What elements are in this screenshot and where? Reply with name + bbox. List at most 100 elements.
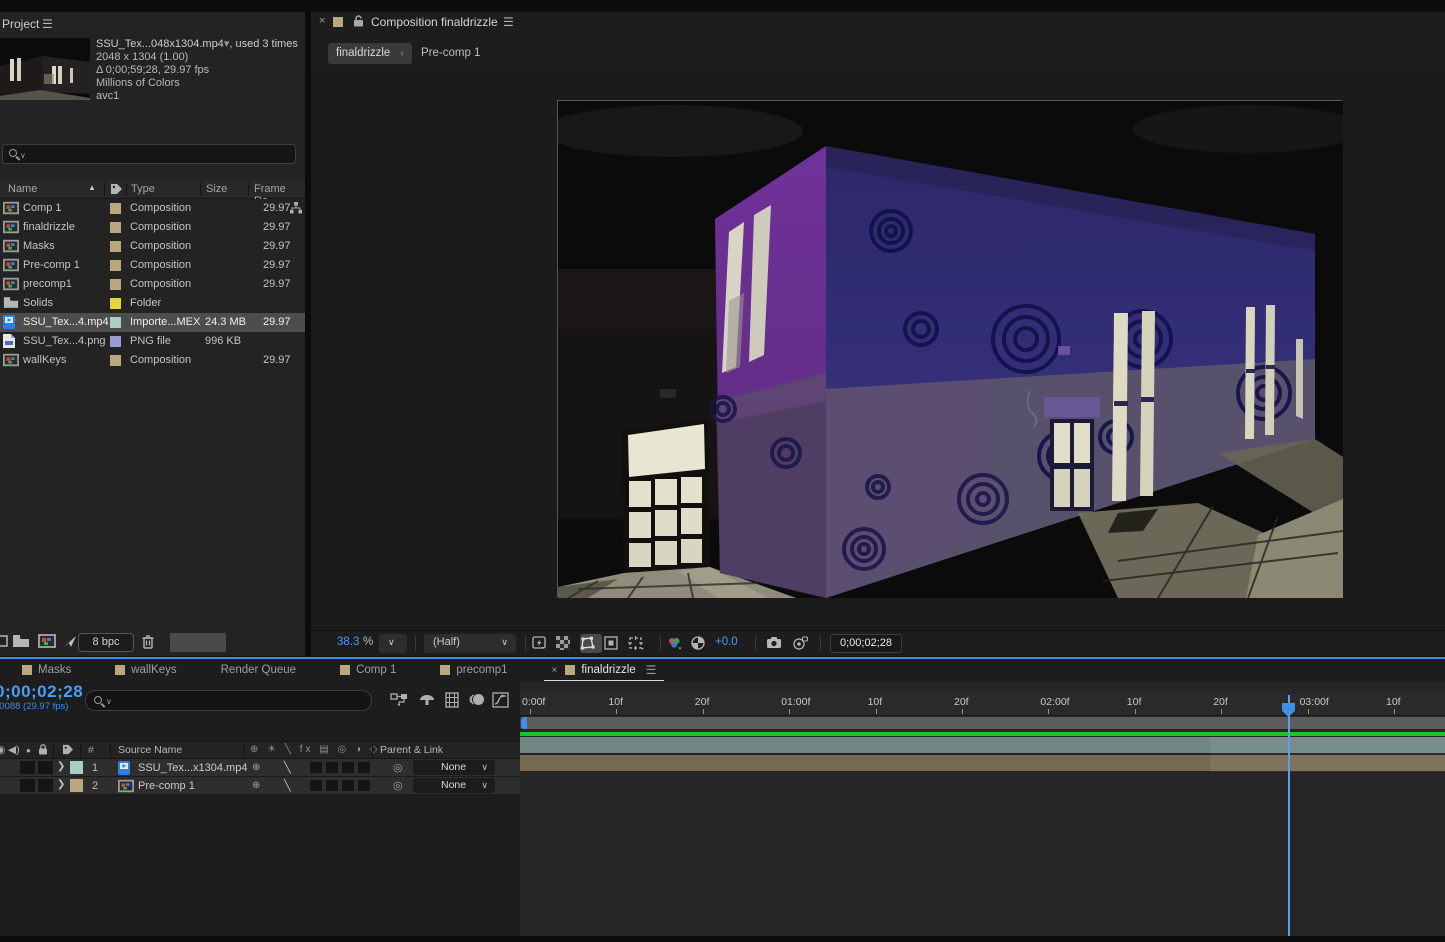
- preview-timecode[interactable]: 0;00;02;28: [830, 634, 902, 653]
- frame-blending-icon[interactable]: [444, 692, 461, 708]
- timeline-tab-render-queue[interactable]: Render Queue: [199, 659, 318, 681]
- item-name[interactable]: precomp1: [23, 278, 72, 290]
- layer-row[interactable]: ❯ 1 SSU_Tex...x1304.mp4 ⊕ ╲ ◎ None∨: [0, 759, 520, 777]
- footage-name[interactable]: SSU_Tex...048x1304.mp4: [96, 38, 224, 50]
- parent-link-dropdown[interactable]: None∨: [413, 760, 495, 775]
- video-switch-well[interactable]: [20, 779, 35, 792]
- label-color-swatch[interactable]: [110, 355, 121, 366]
- label-color-swatch[interactable]: [110, 279, 121, 290]
- label-color-swatch[interactable]: [110, 241, 121, 252]
- breadcrumb-current-comp[interactable]: finaldrizzle‹: [328, 43, 412, 64]
- column-type[interactable]: Type: [131, 183, 155, 195]
- resolution-dropdown[interactable]: (Half) ∨: [424, 634, 516, 653]
- item-name[interactable]: Solids: [23, 297, 53, 309]
- fast-preview-icon[interactable]: [532, 634, 554, 653]
- collapse-switch[interactable]: ⊕: [252, 780, 260, 791]
- region-of-interest-icon[interactable]: [604, 634, 626, 653]
- table-row[interactable]: SSU_Tex...4.png PNG file 996 KB: [0, 332, 305, 351]
- composition-image[interactable]: [557, 100, 1342, 597]
- panel-menu-icon[interactable]: ☰: [42, 17, 53, 31]
- zoom-value[interactable]: 38.3: [337, 636, 359, 648]
- item-name[interactable]: Masks: [23, 240, 55, 252]
- timeline-tab-masks[interactable]: Masks: [0, 659, 93, 681]
- item-name[interactable]: wallKeys: [23, 354, 66, 366]
- exposure-value[interactable]: +0.0: [715, 636, 738, 648]
- parent-link-dropdown[interactable]: None∨: [413, 778, 495, 793]
- motion-blur-switch-well[interactable]: [342, 780, 354, 791]
- video-switch-well[interactable]: [20, 761, 35, 774]
- parent-pickwhip-icon[interactable]: ◎: [393, 761, 403, 774]
- panel-menu-icon[interactable]: ☰: [503, 15, 514, 29]
- table-row[interactable]: Masks Composition 29.97: [0, 237, 305, 256]
- column-name[interactable]: Name: [8, 183, 37, 195]
- mask-visibility-icon[interactable]: [580, 634, 602, 653]
- layer-source-name[interactable]: SSU_Tex...x1304.mp4: [138, 762, 247, 774]
- column-source-name[interactable]: Source Name: [118, 744, 182, 756]
- work-area-bar[interactable]: [520, 717, 1445, 729]
- channel-rgb-icon[interactable]: [667, 634, 689, 653]
- project-tab-label[interactable]: Project: [2, 17, 39, 31]
- timeline-tab-wallkeys[interactable]: wallKeys: [93, 659, 198, 681]
- audio-icon[interactable]: ◀): [8, 744, 20, 756]
- motion-blur-icon[interactable]: [468, 692, 486, 707]
- layer-label-swatch[interactable]: [70, 761, 83, 774]
- graph-editor-icon[interactable]: [492, 692, 509, 708]
- trash-icon[interactable]: [141, 634, 155, 649]
- table-row[interactable]: Solids Folder: [0, 294, 305, 313]
- three-d-switch-well[interactable]: [358, 762, 370, 773]
- expand-chevron-icon[interactable]: ❯: [57, 779, 65, 790]
- draft-3d-icon[interactable]: [418, 692, 436, 707]
- new-composition-icon[interactable]: [38, 634, 56, 648]
- collapse-switch[interactable]: ⊕: [252, 762, 260, 773]
- layer-bar[interactable]: [520, 755, 1445, 772]
- expand-chevron-icon[interactable]: ❯: [57, 761, 65, 772]
- frame-blend-switch-well[interactable]: [326, 780, 338, 791]
- lock-icon[interactable]: [38, 744, 48, 755]
- fx-switch-well[interactable]: [310, 780, 322, 791]
- close-icon[interactable]: ×: [319, 15, 325, 27]
- item-name[interactable]: SSU_Tex...4.png: [23, 335, 106, 347]
- create-proxy-icon[interactable]: [62, 634, 78, 649]
- layer-bar[interactable]: [520, 737, 1445, 754]
- table-row[interactable]: wallKeys Composition 29.97: [0, 351, 305, 370]
- playhead-line[interactable]: [1288, 695, 1290, 936]
- table-row[interactable]: precomp1 Composition 29.97: [0, 275, 305, 294]
- audio-switch-well[interactable]: [38, 779, 53, 792]
- panel-resize-handle[interactable]: [170, 633, 226, 652]
- close-icon[interactable]: ×: [552, 665, 558, 676]
- reset-exposure-icon[interactable]: [691, 634, 713, 653]
- show-snapshot-icon[interactable]: [792, 634, 814, 653]
- layer-switches-icons[interactable]: ⊕ ☀ ╲ fx ▤ ◎ ◑ ◇: [250, 744, 381, 755]
- item-name[interactable]: SSU_Tex...4.mp4: [23, 316, 109, 328]
- bit-depth-button[interactable]: 8 bpc: [78, 633, 134, 652]
- eye-icon[interactable]: ◉: [0, 744, 5, 756]
- sort-ascending-icon[interactable]: ▲: [88, 183, 96, 192]
- quality-switch[interactable]: ╲: [284, 761, 291, 774]
- unlock-icon[interactable]: [353, 15, 364, 27]
- layer-label-swatch[interactable]: [70, 779, 83, 792]
- composition-mini-flowchart-icon[interactable]: [390, 692, 408, 708]
- label-column-tag-icon[interactable]: [62, 744, 74, 755]
- label-color-swatch[interactable]: [110, 336, 121, 347]
- label-color-swatch[interactable]: [110, 317, 121, 328]
- project-search-input[interactable]: ∨: [2, 144, 296, 164]
- item-name[interactable]: Pre-comp 1: [23, 259, 80, 271]
- label-color-swatch[interactable]: [110, 203, 121, 214]
- layer-row[interactable]: ❯ 2 Pre-comp 1 ⊕ ╲ ◎ None∨: [0, 777, 520, 795]
- column-layer-number[interactable]: #: [88, 744, 94, 756]
- snapshot-camera-icon[interactable]: [766, 634, 788, 653]
- three-d-switch-well[interactable]: [358, 780, 370, 791]
- table-row[interactable]: Comp 1 Composition 29.97: [0, 199, 305, 218]
- time-ruler[interactable]: 0:00f10f20f01:00f10f20f02:00f10f20f03:00…: [520, 694, 1445, 716]
- motion-blur-switch-well[interactable]: [342, 762, 354, 773]
- work-area-start-handle[interactable]: [521, 717, 527, 729]
- solo-icon[interactable]: ●: [26, 746, 31, 755]
- table-row[interactable]: SSU_Tex...4.mp4 Importe...MEX 24.3 MB 29…: [0, 313, 305, 332]
- breadcrumb-parent-comp[interactable]: Pre-comp 1: [421, 47, 480, 59]
- frame-blend-switch-well[interactable]: [326, 762, 338, 773]
- layer-source-name[interactable]: Pre-comp 1: [138, 780, 195, 792]
- fx-switch-well[interactable]: [310, 762, 322, 773]
- timeline-tab-finaldrizzle[interactable]: ×finaldrizzle☰: [530, 659, 679, 681]
- audio-switch-well[interactable]: [38, 761, 53, 774]
- column-parent-link[interactable]: Parent & Link: [380, 744, 443, 756]
